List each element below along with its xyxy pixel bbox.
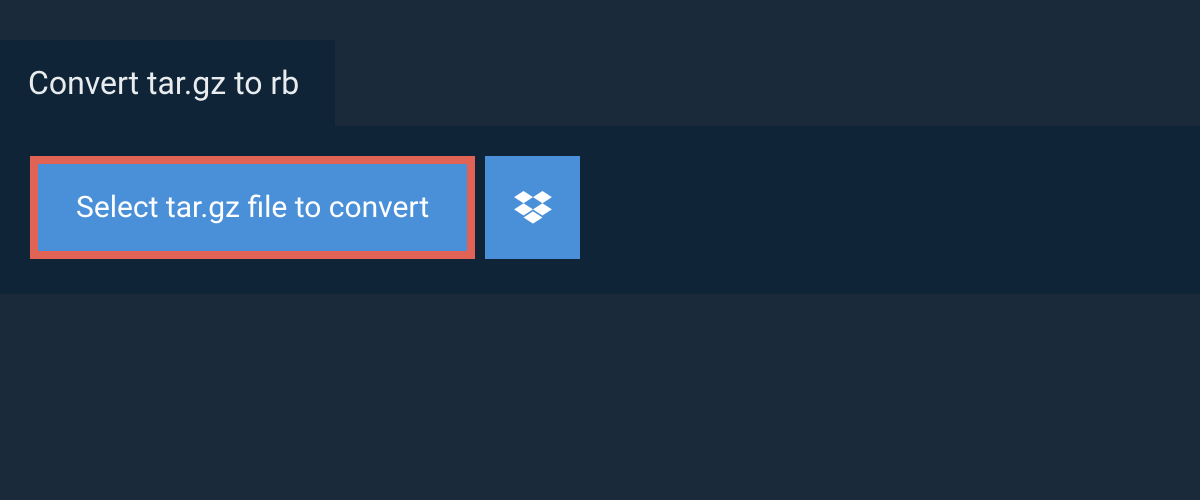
- page-title: Convert tar.gz to rb: [28, 64, 299, 102]
- select-file-label: Select tar.gz file to convert: [76, 190, 429, 225]
- dropbox-icon: [514, 191, 552, 225]
- button-row: Select tar.gz file to convert: [30, 156, 1170, 259]
- dropbox-button[interactable]: [485, 156, 580, 259]
- upload-section: Select tar.gz file to convert: [0, 126, 1200, 294]
- select-file-button[interactable]: Select tar.gz file to convert: [30, 156, 475, 259]
- header-tab: Convert tar.gz to rb: [0, 40, 335, 126]
